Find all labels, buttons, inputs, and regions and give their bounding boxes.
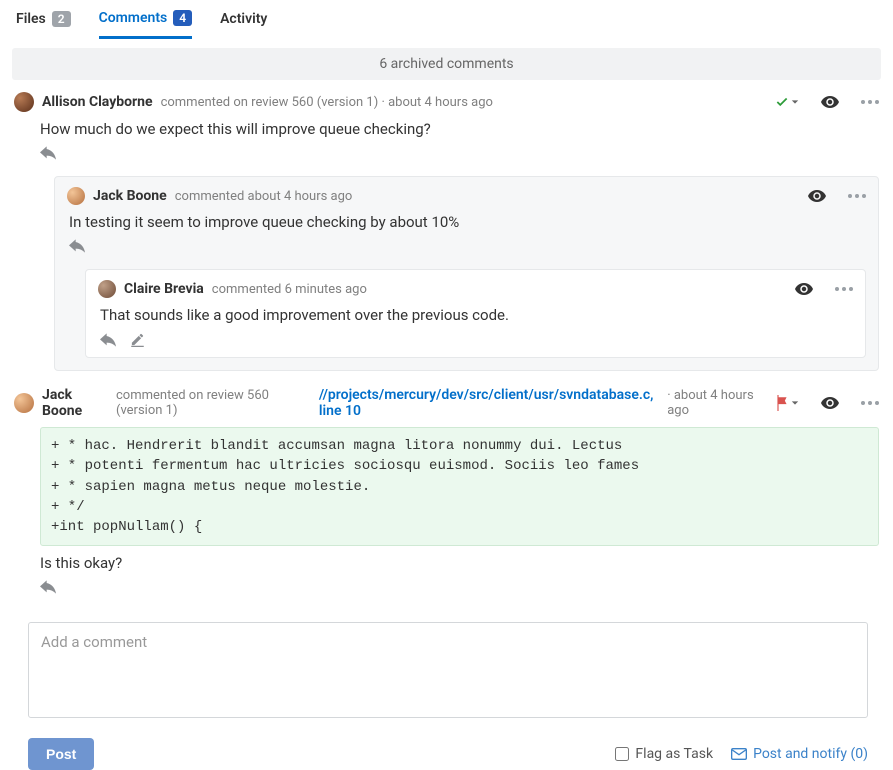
flag-task-checkbox[interactable] (615, 747, 629, 761)
visibility-icon[interactable] (821, 396, 839, 410)
tab-activity-label: Activity (220, 11, 267, 27)
reply-action-row (98, 326, 853, 349)
archived-comments-banner[interactable]: 6 archived comments (12, 48, 881, 80)
nested-comment: Claire Brevia commented 6 minutes ago Th… (85, 269, 866, 358)
tab-activity[interactable]: Activity (220, 11, 267, 37)
tab-files-label: Files (16, 11, 46, 27)
comment-thread: Jack Boone commented on review 560 (vers… (0, 381, 893, 604)
composer-footer: Post Flag as Task Post and notify (0) (28, 738, 868, 770)
comment-actions (775, 395, 879, 411)
avatar (98, 280, 116, 298)
code-snippet: + * hac. Hendrerit blandit accumsan magn… (40, 427, 879, 546)
comment-body: Is this okay? (14, 546, 879, 574)
tabs: Files 2 Comments 4 Activity (0, 4, 893, 38)
comment-body: In testing it seem to improve queue chec… (67, 205, 866, 233)
avatar (14, 92, 34, 112)
comment-header: Jack Boone commented about 4 hours ago (67, 187, 866, 205)
avatar (67, 187, 85, 205)
comment-header: Allison Clayborne commented on review 56… (14, 92, 879, 112)
comment-body: That sounds like a good improvement over… (98, 298, 853, 326)
visibility-icon[interactable] (821, 95, 839, 109)
comment-meta: commented 6 minutes ago (212, 282, 367, 297)
reply-action-row (14, 140, 879, 166)
tab-files[interactable]: Files 2 (16, 11, 71, 37)
comment-header: Jack Boone commented on review 560 (vers… (14, 387, 879, 419)
tab-comments-count: 4 (173, 10, 192, 26)
comment-meta: commented on review 560 (version 1) · ab… (161, 95, 493, 110)
comment-author[interactable]: Claire Brevia (124, 281, 204, 297)
comment-body: How much do we expect this will improve … (14, 112, 879, 140)
comment-author[interactable]: Jack Boone (93, 188, 167, 204)
post-button[interactable]: Post (28, 738, 94, 770)
reply-icon[interactable] (40, 580, 56, 594)
reply-icon[interactable] (69, 239, 85, 253)
tab-comments[interactable]: Comments 4 (99, 10, 193, 39)
flag-as-task[interactable]: Flag as Task (615, 746, 713, 762)
more-icon[interactable] (848, 193, 866, 199)
visibility-icon[interactable] (795, 282, 813, 296)
tab-comments-label: Comments (99, 10, 168, 26)
comment-meta-suffix: · about 4 hours ago (667, 388, 767, 418)
comment-author[interactable]: Allison Clayborne (42, 94, 153, 110)
post-and-notify[interactable]: Post and notify (0) (731, 746, 868, 762)
comment-header: Claire Brevia commented 6 minutes ago (98, 280, 853, 298)
flag-task-label: Flag as Task (635, 746, 713, 762)
approve-check-icon[interactable] (775, 95, 799, 109)
comment-actions (795, 282, 853, 296)
more-icon[interactable] (861, 400, 879, 406)
comment-actions (775, 95, 879, 109)
comment-composer[interactable] (28, 622, 868, 718)
file-link[interactable]: //projects/mercury/dev/src/client/usr/sv… (319, 387, 659, 419)
edit-icon[interactable] (130, 332, 145, 347)
comment-thread: Allison Clayborne commented on review 56… (0, 86, 893, 381)
reply-icon[interactable] (40, 146, 56, 160)
reply-action-row (14, 574, 879, 600)
comment-actions (808, 189, 866, 203)
nested-comment: Jack Boone commented about 4 hours ago I… (54, 176, 879, 371)
comment-meta-prefix: commented on review 560 (version 1) (116, 388, 311, 418)
more-icon[interactable] (835, 286, 853, 292)
comment-author[interactable]: Jack Boone (42, 387, 108, 419)
notify-label: Post and notify (0) (753, 746, 868, 762)
comment-meta: commented about 4 hours ago (175, 189, 353, 204)
avatar (14, 393, 34, 413)
envelope-icon (731, 748, 747, 760)
reply-action-row (67, 233, 866, 255)
tab-files-count: 2 (52, 11, 71, 27)
visibility-icon[interactable] (808, 189, 826, 203)
more-icon[interactable] (861, 99, 879, 105)
reply-icon[interactable] (100, 332, 116, 347)
archived-label: 6 archived comments (379, 56, 513, 72)
flag-icon[interactable] (775, 395, 799, 411)
